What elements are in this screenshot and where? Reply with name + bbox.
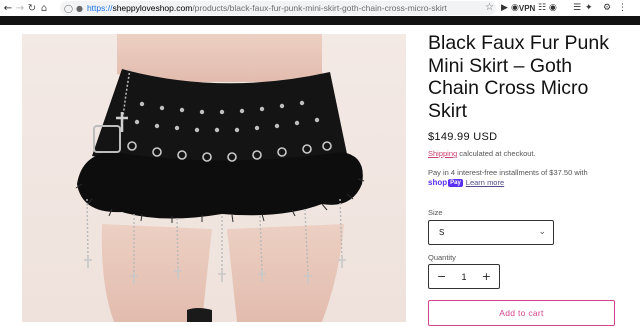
tools-extension-icon[interactable]: ⚙ (603, 1, 611, 15)
decrease-quantity-button[interactable]: − (437, 270, 446, 283)
size-select[interactable]: S ⌄ (428, 220, 554, 245)
puzzle-extension-icon[interactable]: ✦ (585, 1, 593, 15)
translate-extension-icon[interactable]: ☷ (538, 1, 546, 15)
star-icon[interactable]: ☆ (485, 2, 494, 13)
shipping-link[interactable]: Shipping (428, 149, 457, 158)
quantity-value[interactable]: 1 (461, 272, 466, 282)
product-price: $149.99 USD (428, 131, 498, 143)
address-bar[interactable]: ◯ ● https://sheppyloveshop.com/products/… (60, 1, 496, 15)
site-header-strip (0, 16, 640, 25)
lock-icon: ● (75, 3, 83, 13)
vpn-extension[interactable]: ◉ VPN (511, 1, 535, 15)
shipping-note: Shipping calculated at checkout. (428, 149, 628, 158)
add-to-cart-button[interactable]: Add to cart (428, 300, 615, 326)
browser-toolbar: ← → ↻ ⌂ ◯ ● https://sheppyloveshop.com/p… (0, 0, 640, 16)
quantity-label: Quantity (428, 253, 456, 262)
back-icon[interactable]: ← (2, 1, 14, 15)
increase-quantity-button[interactable]: + (482, 270, 491, 283)
size-value: S (439, 228, 445, 237)
more-menu-icon[interactable]: ⋮ (618, 1, 627, 15)
play-extension-icon[interactable]: ▶ (501, 1, 508, 15)
installments-text: Pay in 4 interest-free installments of $… (428, 168, 588, 177)
url-host: sheppyloveshop.com (112, 3, 193, 13)
quantity-stepper: − 1 + (428, 264, 500, 289)
forward-icon[interactable]: → (14, 1, 26, 15)
menu-extension-icon[interactable]: ☰ (573, 1, 581, 15)
shop-pay-row: shop Pay Learn more (428, 178, 628, 188)
profile-extension-icon[interactable]: ◉ (549, 1, 557, 15)
installments-block: Pay in 4 interest-free installments of $… (428, 168, 628, 188)
shipping-note-text: calculated at checkout. (457, 149, 536, 158)
size-label: Size (428, 208, 443, 217)
home-icon[interactable]: ⌂ (38, 1, 50, 15)
skirt-illustration (75, 34, 365, 322)
vpn-label: VPN (518, 3, 536, 13)
product-title: Black Faux Fur Punk Mini Skirt – Goth Ch… (428, 32, 609, 122)
url-path: /products/black-faux-fur-punk-mini-skirt… (192, 3, 447, 13)
shop-logo-pay: Pay (448, 179, 463, 187)
product-image[interactable] (22, 34, 406, 322)
vpn-icon: ◉ (511, 3, 519, 13)
product-info: Black Faux Fur Punk Mini Skirt – Goth Ch… (428, 32, 628, 326)
url-text[interactable]: https://sheppyloveshop.com/products/blac… (87, 3, 447, 13)
url-scheme: https:// (86, 3, 113, 13)
shield-icon: ◯ (64, 3, 73, 13)
chevron-down-icon: ⌄ (538, 227, 546, 237)
shop-logo-text: shop (428, 178, 448, 187)
learn-more-link[interactable]: Learn more (466, 178, 504, 188)
shop-pay-logo: shop Pay (428, 178, 463, 188)
reload-icon[interactable]: ↻ (26, 1, 38, 15)
